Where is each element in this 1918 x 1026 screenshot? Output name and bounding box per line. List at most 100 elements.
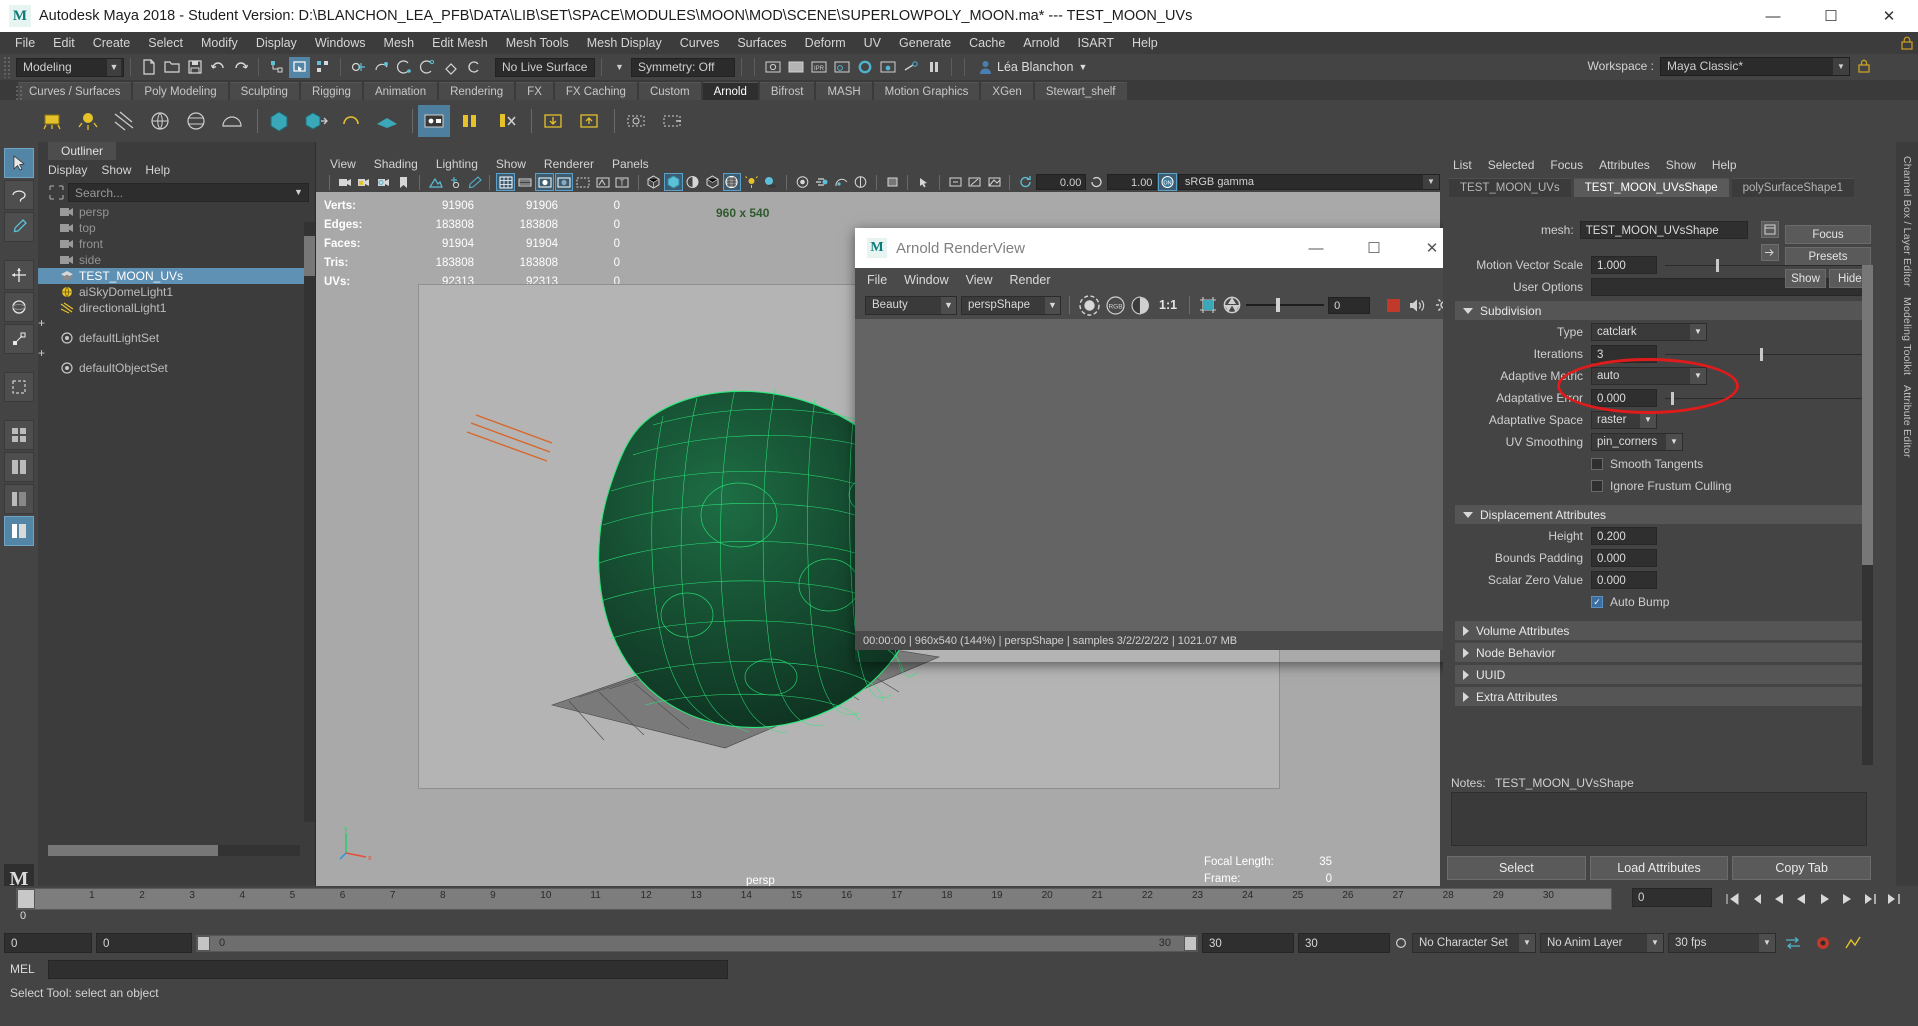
lasso-tool-button[interactable] xyxy=(4,180,34,210)
exposure-slider[interactable] xyxy=(1246,297,1325,313)
render-setup-icon[interactable] xyxy=(900,57,921,78)
scrollbar-thumb[interactable] xyxy=(1862,265,1873,565)
node-icon[interactable] xyxy=(1761,221,1779,238)
search-input[interactable]: Search... ▼ xyxy=(68,183,309,202)
anim-layer-selector[interactable]: No Anim Layer ▼ xyxy=(1540,933,1664,953)
outliner-layout-button[interactable] xyxy=(4,484,34,514)
render-view-icon[interactable] xyxy=(762,57,783,78)
exposure-refresh-icon[interactable] xyxy=(1016,173,1034,191)
resolution-gate-icon[interactable] xyxy=(535,173,554,191)
scrollbar-thumb[interactable] xyxy=(48,845,218,856)
gamma-field[interactable]: 1.00 xyxy=(1106,174,1158,190)
open-scene-icon[interactable] xyxy=(161,57,182,78)
select-camera-icon[interactable] xyxy=(336,173,354,191)
outliner-item-directionallight1[interactable]: directionalLight1 xyxy=(38,300,315,316)
displacement-height-field[interactable]: 0.200 xyxy=(1591,527,1657,545)
menu-edit[interactable]: Edit xyxy=(44,34,84,52)
renderview-menu-view[interactable]: View xyxy=(966,273,993,287)
shelf-tab-motion-graphics[interactable]: Motion Graphics xyxy=(873,82,980,100)
smooth-shade-icon[interactable] xyxy=(664,173,683,191)
maximize-icon[interactable]: ☐ xyxy=(1802,0,1860,32)
crop-region-icon[interactable] xyxy=(1198,295,1218,315)
menu-mesh-display[interactable]: Mesh Display xyxy=(578,34,671,52)
outliner-item-test-moon-uvs[interactable]: TEST_MOON_UVs xyxy=(38,268,315,284)
rail-tab-attribute-editor[interactable]: Attribute Editor xyxy=(1901,385,1913,458)
viewport-menu-view[interactable]: View xyxy=(330,157,356,171)
attr-tab-test-moon-uvsshape[interactable]: TEST_MOON_UVsShape xyxy=(1573,178,1729,197)
attr-menu-focus[interactable]: Focus xyxy=(1550,158,1583,172)
shelf-tab-rigging[interactable]: Rigging xyxy=(300,82,362,100)
play-forwards-icon[interactable] xyxy=(1814,888,1835,909)
adaptive-error-field[interactable]: 0.000 xyxy=(1591,389,1657,407)
bounds-padding-field[interactable]: 0.000 xyxy=(1591,549,1657,567)
play-backwards-icon[interactable] xyxy=(1791,888,1812,909)
attr-menu-selected[interactable]: Selected xyxy=(1488,158,1535,172)
uv-smoothing-selector[interactable]: pin_corners ▼ xyxy=(1591,433,1683,451)
frame-number-field[interactable]: 0 xyxy=(1632,888,1712,907)
animation-editor-icon[interactable] xyxy=(1840,935,1866,951)
menu-display[interactable]: Display xyxy=(247,34,306,52)
attr-tab-polysurfaceshape1[interactable]: polySurfaceShape1 xyxy=(1731,178,1855,197)
symmetry-selector[interactable]: Symmetry: Off xyxy=(631,57,735,77)
minimize-icon[interactable]: — xyxy=(1744,0,1802,32)
outliner-item-top[interactable]: top xyxy=(38,220,315,236)
lock-camera-icon[interactable] xyxy=(355,173,373,191)
subdivision-type-selector[interactable]: catclark ▼ xyxy=(1591,323,1707,341)
image-plane-icon[interactable] xyxy=(426,173,444,191)
render-start-icon[interactable] xyxy=(1078,294,1101,317)
arnold-bake-icon[interactable] xyxy=(620,105,652,137)
close-icon[interactable]: ✕ xyxy=(1860,0,1918,32)
alpha-channel-icon[interactable] xyxy=(1130,295,1151,316)
subdivision-iterations-field[interactable]: 3 xyxy=(1591,345,1657,363)
shelf-tab-fx[interactable]: FX xyxy=(516,82,553,100)
menu-mesh[interactable]: Mesh xyxy=(375,34,424,52)
render-settings-shortcut-icon[interactable] xyxy=(1810,935,1836,951)
use-all-lights-icon[interactable] xyxy=(742,173,760,191)
text-overlay-icon[interactable]: T xyxy=(613,173,631,191)
isolate-select-icon[interactable] xyxy=(914,173,932,191)
current-time-indicator[interactable] xyxy=(17,889,35,909)
exposure-field[interactable]: 0.00 xyxy=(1035,174,1087,190)
select-object-icon[interactable] xyxy=(289,56,310,78)
pencil-icon[interactable] xyxy=(465,173,483,191)
expand-icon[interactable]: + xyxy=(38,316,45,330)
outliner-vertical-scrollbar[interactable] xyxy=(304,222,315,822)
shadows-icon[interactable] xyxy=(762,173,780,191)
render-sequence-icon[interactable] xyxy=(785,57,806,78)
menu-mesh-tools[interactable]: Mesh Tools xyxy=(497,34,578,52)
camera-attributes-icon[interactable] xyxy=(375,173,393,191)
outliner-menu-show[interactable]: Show xyxy=(101,163,131,177)
shelf-tab-sculpting[interactable]: Sculpting xyxy=(229,82,299,100)
attr-menu-show[interactable]: Show xyxy=(1666,158,1696,172)
minimize-icon[interactable]: — xyxy=(1287,228,1345,268)
outliner-menu-help[interactable]: Help xyxy=(145,163,170,177)
attr-menu-help[interactable]: Help xyxy=(1712,158,1737,172)
color-management-toggle-icon[interactable]: ON xyxy=(1158,173,1177,191)
arnold-render-view-icon[interactable] xyxy=(418,105,450,137)
section-extra-attributes[interactable]: Extra Attributes xyxy=(1455,687,1869,706)
smooth-tangents-checkbox[interactable] xyxy=(1591,458,1603,470)
step-back-key-icon[interactable] xyxy=(1745,888,1766,909)
menu-uv[interactable]: UV xyxy=(855,34,890,52)
single-view-layout-button[interactable] xyxy=(4,420,34,450)
attr-menu-attributes[interactable]: Attributes xyxy=(1599,158,1650,172)
grid-toggle-icon[interactable] xyxy=(496,173,515,191)
range-slider[interactable]: 0 30 xyxy=(196,934,1198,952)
search-icon[interactable] xyxy=(46,183,66,202)
renderview-title-bar[interactable]: M Arnold RenderView — ☐ ✕ xyxy=(855,228,1461,268)
step-forward-frame-icon[interactable] xyxy=(1837,888,1858,909)
workspace-selector[interactable]: Maya Classic* ▼ xyxy=(1660,56,1850,76)
attribute-editor-scrollbar[interactable] xyxy=(1862,265,1873,765)
move-tool-button[interactable] xyxy=(4,260,34,290)
select-tool-button[interactable] xyxy=(4,148,34,178)
arnold-clear-render-icon[interactable] xyxy=(490,105,522,137)
ignore-frustum-culling-checkbox[interactable] xyxy=(1591,480,1603,492)
audio-toggle-icon[interactable] xyxy=(1408,297,1427,314)
redo-icon[interactable] xyxy=(230,57,251,78)
outliner-item-defaultlightset[interactable]: defaultLightSet xyxy=(38,330,315,346)
arnold-point-light-icon[interactable] xyxy=(72,105,104,137)
outliner-item-defaultobjectset[interactable]: defaultObjectSet xyxy=(38,360,315,376)
go-to-start-icon[interactable] xyxy=(1722,888,1743,909)
save-scene-icon[interactable] xyxy=(184,57,205,78)
arnold-volume-icon[interactable] xyxy=(335,105,367,137)
